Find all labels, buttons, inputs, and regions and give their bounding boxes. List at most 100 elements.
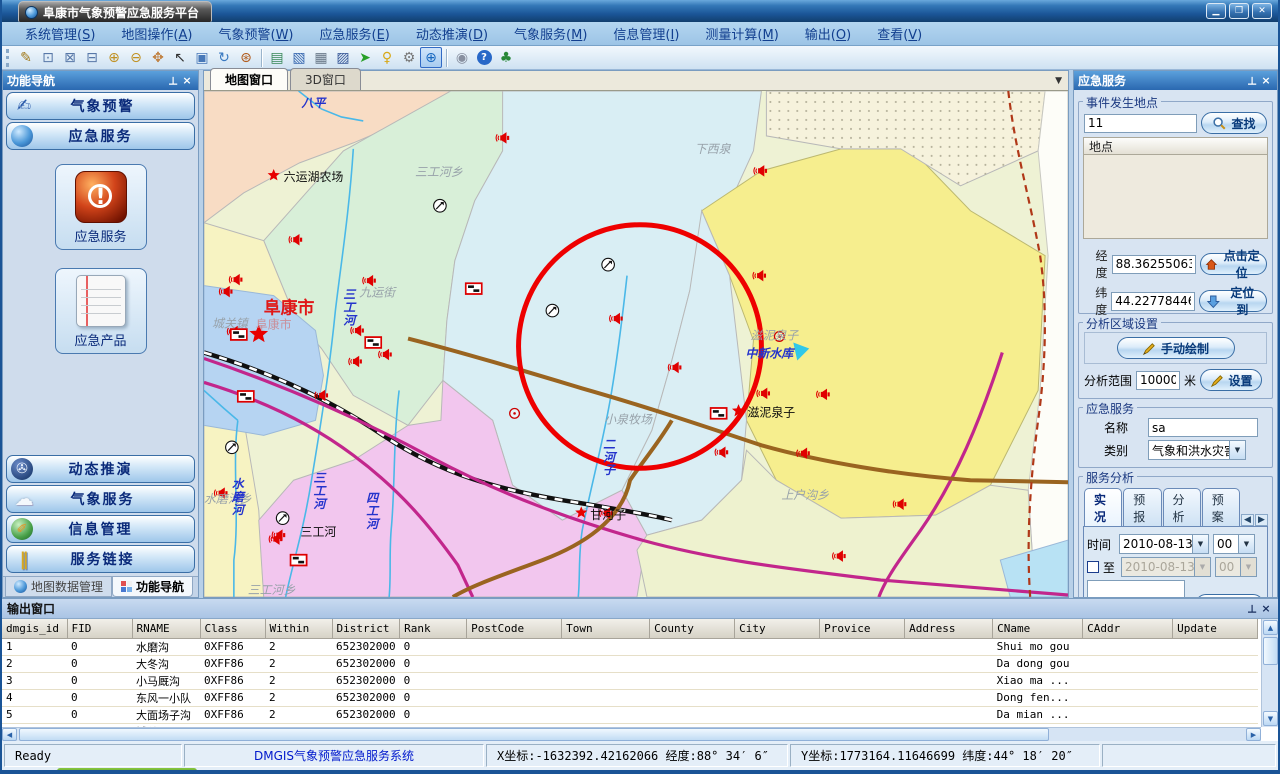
hour-from-combo[interactable]: 00 ▼ [1213, 534, 1255, 554]
restore-button[interactable]: ❒ [1229, 3, 1249, 19]
clear-select-icon[interactable]: ⊟ [81, 47, 103, 68]
to-checkbox[interactable] [1087, 561, 1099, 573]
chevron-down-icon[interactable]: ▼ [1192, 535, 1208, 553]
table-row[interactable]: 50大面场子沟0XFF8626523020000Da mian ... [2, 706, 1258, 723]
output-column-header[interactable]: Address [905, 619, 993, 638]
click-locate-button[interactable]: 点击定位 [1200, 253, 1267, 275]
panel-tab-1[interactable]: 地图数据管理 [5, 577, 112, 597]
table-row[interactable]: 30小马厩沟0XFF8626523020000Xiao ma ... [2, 672, 1258, 689]
nav-group-top-2[interactable]: 应急服务 [6, 122, 195, 150]
set-range-button[interactable]: 设置 [1200, 369, 1262, 391]
print-icon[interactable]: ▦ [310, 47, 332, 68]
menu-item-5[interactable]: 动态推演(D) [403, 22, 501, 45]
measure-icon[interactable]: ✎ [15, 47, 37, 68]
output-column-header[interactable]: Within [265, 619, 332, 638]
map-canvas[interactable]: 下西泉三工河乡九运街城关镇滋泥泉子小泉牧场上户沟乡水磨沟乡三工河乡六运湖农场滋泥… [204, 91, 1068, 597]
output-column-header[interactable]: RNAME [132, 619, 200, 638]
goto-location-button[interactable]: 定位到 [1199, 290, 1267, 312]
pin-icon[interactable]: ⊤ [1245, 602, 1259, 615]
map-mine-icon[interactable] [276, 512, 289, 525]
nav-big-button-2[interactable]: 应急产品 [55, 268, 147, 354]
menu-item-8[interactable]: 测量计算(M) [692, 22, 791, 45]
chevron-down-icon[interactable]: ▼ [1229, 441, 1245, 459]
menu-item-3[interactable]: 气象预警(W) [205, 22, 306, 45]
latitude-input[interactable] [1111, 292, 1195, 311]
output-column-header[interactable]: FID [67, 619, 132, 638]
analysis-range-input[interactable] [1136, 371, 1180, 390]
tab-scroll-left-icon[interactable]: ◀ [1241, 514, 1254, 526]
scroll-right-icon[interactable]: ▶ [1246, 728, 1261, 741]
date-to-combo[interactable]: 2010-08-13 ▼ [1121, 557, 1211, 577]
close-icon[interactable]: × [1259, 602, 1273, 615]
menu-item-10[interactable]: 查看(V) [864, 22, 935, 45]
zoom-in-icon[interactable]: ⊕ [103, 47, 125, 68]
zoom-scale-icon[interactable]: ⊛ [235, 47, 257, 68]
menu-item-9[interactable]: 输出(O) [792, 22, 864, 45]
output-column-header[interactable]: PostCode [467, 619, 562, 638]
map-mine-icon[interactable] [434, 199, 447, 212]
output-column-header[interactable]: Class [200, 619, 265, 638]
map-view-tab-2[interactable]: 3D窗口 [290, 68, 361, 90]
tree-icon[interactable]: ♣ [495, 47, 517, 68]
table-row[interactable]: 40东风一小队0XFF8626523020000Dong fen... [2, 689, 1258, 706]
scroll-left-icon[interactable]: ◀ [2, 728, 17, 741]
table-row[interactable]: 10水磨沟0XFF8626523020000Shui mo gou [2, 638, 1258, 655]
analyze-button[interactable]: 分析 [1195, 594, 1264, 597]
output-vertical-scrollbar[interactable]: ▲ ▼ [1261, 619, 1278, 727]
analysis-tab-1[interactable]: 实况 [1084, 488, 1122, 526]
location-search-input[interactable] [1084, 114, 1197, 133]
output-column-header[interactable]: dmgis_id [2, 619, 67, 638]
nav-group-bottom-4[interactable]: 服务链接 [6, 545, 195, 573]
map-flag-icon[interactable] [238, 391, 254, 402]
scroll-up-icon[interactable]: ▲ [1263, 620, 1278, 635]
map-redcirc-icon[interactable] [510, 408, 520, 418]
place-list[interactable] [1083, 155, 1268, 239]
output-column-header[interactable]: Provice [820, 619, 905, 638]
close-icon[interactable]: × [1259, 74, 1273, 87]
chevron-down-icon[interactable]: ▼ [1238, 535, 1254, 553]
output-column-header[interactable]: City [735, 619, 820, 638]
nav-group-top-1[interactable]: 气象预警 [6, 92, 195, 120]
export-map-icon[interactable]: ▧ [288, 47, 310, 68]
arrow-tool-icon[interactable]: ➤ [354, 47, 376, 68]
refresh-icon[interactable]: ↻ [213, 47, 235, 68]
element-listbox[interactable]: 降水空气温度 ▲ [1087, 580, 1185, 597]
place-column-header[interactable]: 地点 [1083, 137, 1268, 155]
eye-icon[interactable]: ◉ [451, 47, 473, 68]
menu-item-6[interactable]: 气象服务(M) [501, 22, 600, 45]
table-row[interactable]: 20大冬沟0XFF8626523020000Da dong gou [2, 655, 1258, 672]
output-column-header[interactable]: County [650, 619, 735, 638]
scroll-down-icon[interactable]: ▼ [1263, 711, 1278, 726]
toolbar-drag-handle-icon[interactable] [6, 49, 11, 67]
hour-to-combo[interactable]: 00 ▼ [1215, 557, 1257, 577]
map-flag-icon[interactable] [231, 329, 247, 340]
close-icon[interactable]: × [180, 74, 194, 87]
select-box-icon[interactable]: ⊡ [37, 47, 59, 68]
menu-item-4[interactable]: 应急服务(E) [307, 22, 403, 45]
pan-icon[interactable]: ✥ [147, 47, 169, 68]
longitude-input[interactable] [1112, 255, 1196, 274]
output-column-header[interactable]: CName [993, 619, 1083, 638]
map-view-tab-1[interactable]: 地图窗口 [210, 68, 288, 90]
output-horizontal-scrollbar[interactable]: ◀ ▶ [2, 727, 1261, 741]
analysis-tab-4[interactable]: 预案 [1202, 488, 1240, 526]
layers-icon[interactable]: ▤ [266, 47, 288, 68]
search-button[interactable]: 查找 [1201, 112, 1267, 134]
nav-group-bottom-3[interactable]: 信息管理 [6, 515, 195, 543]
menu-item-1[interactable]: 系统管理(S) [12, 22, 108, 45]
print-color-icon[interactable]: ▨ [332, 47, 354, 68]
settings-icon[interactable]: ⚙ [398, 47, 420, 68]
minimize-button[interactable]: ▁ [1206, 3, 1226, 19]
pointer-icon[interactable]: ↖ [169, 47, 191, 68]
unselect-box-icon[interactable]: ⊠ [59, 47, 81, 68]
map-flag-icon[interactable] [466, 283, 482, 294]
service-name-input[interactable] [1148, 418, 1258, 437]
output-column-header[interactable]: District [332, 619, 400, 638]
map-flag-icon[interactable] [711, 408, 727, 419]
output-column-header[interactable]: Town [562, 619, 650, 638]
analysis-tab-2[interactable]: 预报 [1123, 488, 1161, 526]
date-from-combo[interactable]: 2010-08-13 ▼ [1119, 534, 1209, 554]
pin-icon[interactable]: ⊤ [1245, 74, 1259, 87]
pin-tool-icon[interactable]: ♀ [376, 47, 398, 68]
close-button[interactable]: ✕ [1252, 3, 1272, 19]
